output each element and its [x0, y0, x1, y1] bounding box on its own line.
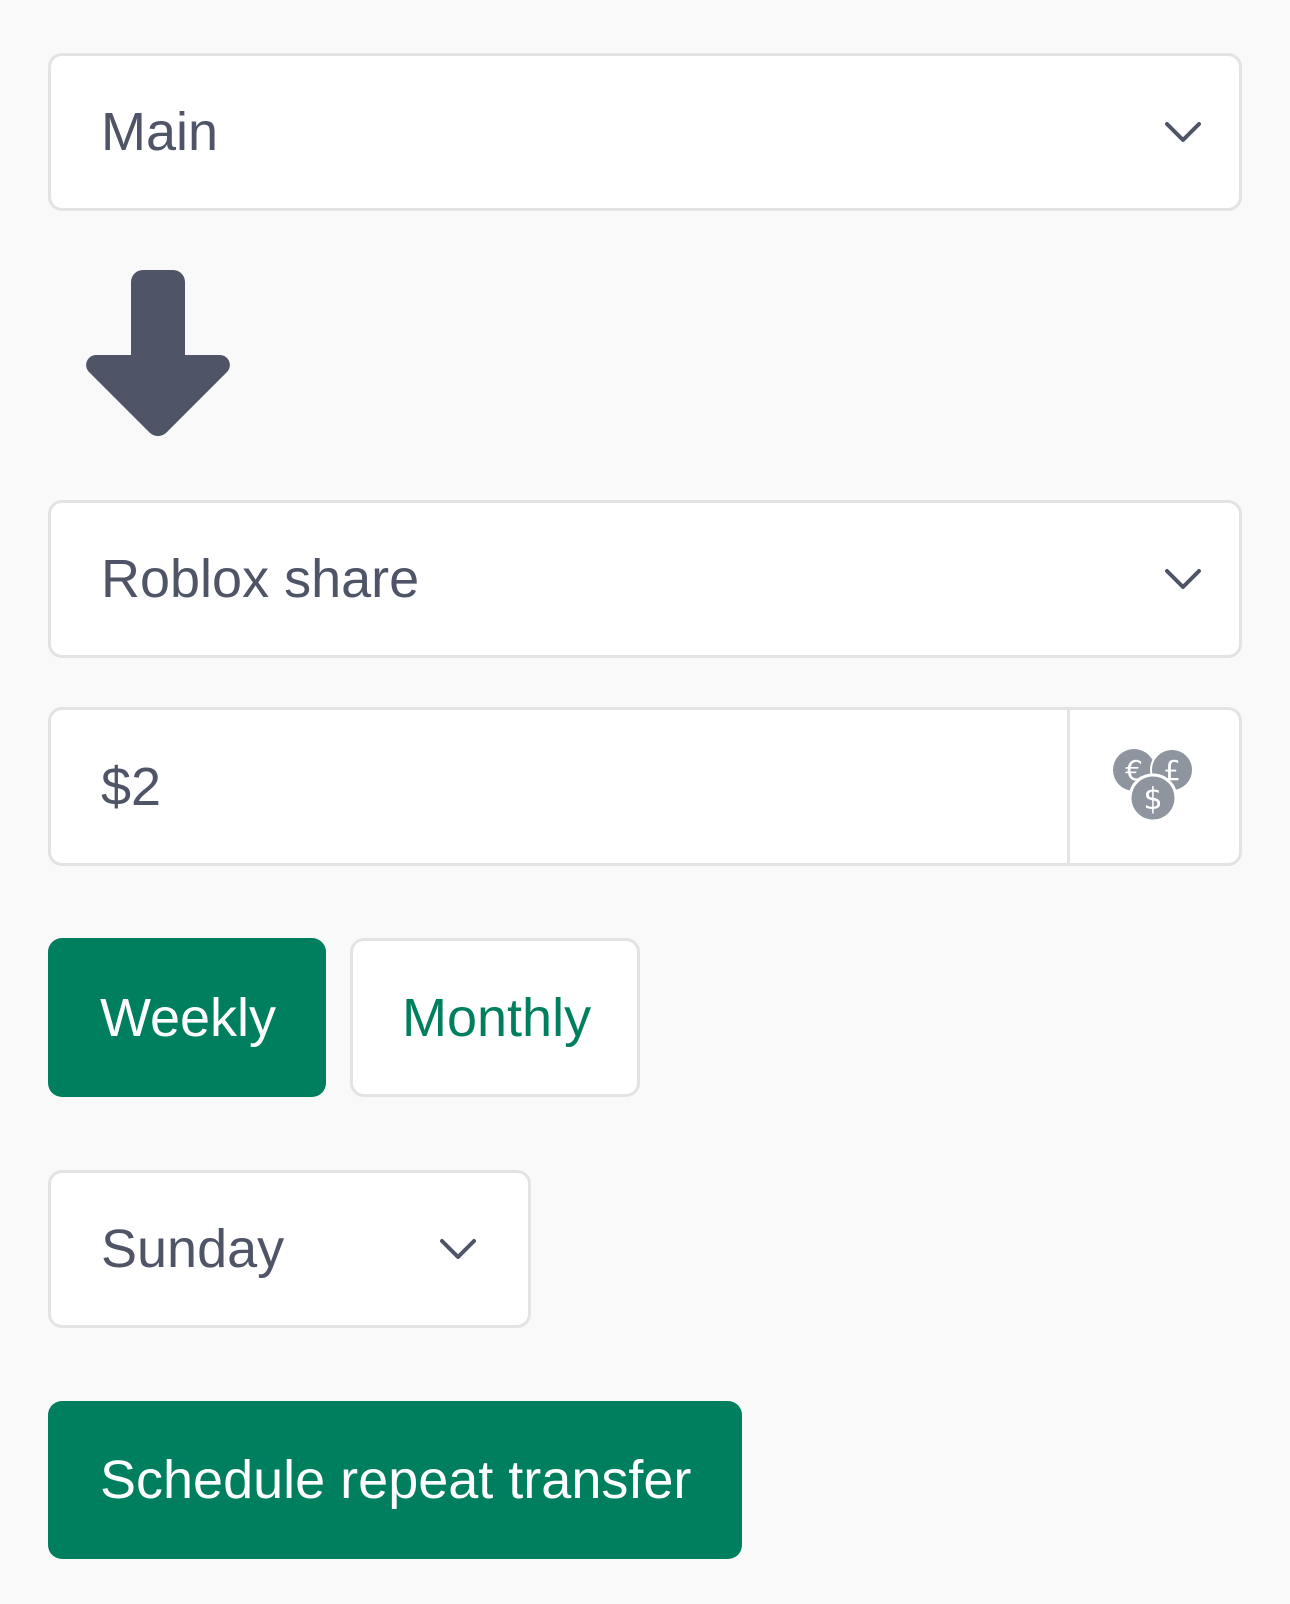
from-account-select[interactable]: Main	[48, 53, 1242, 211]
frequency-weekly-button[interactable]: Weekly	[48, 938, 326, 1097]
arrow-down-icon	[86, 270, 230, 437]
chevron-down-icon	[440, 1239, 476, 1259]
currency-exchange-icon: € £ $	[1113, 748, 1194, 823]
schedule-repeat-transfer-label: Schedule repeat transfer	[100, 1450, 692, 1510]
currency-addon[interactable]: € £ $	[1067, 710, 1239, 863]
from-account-value: Main	[101, 102, 219, 162]
chevron-down-icon	[1165, 569, 1201, 589]
schedule-repeat-transfer-button[interactable]: Schedule repeat transfer	[48, 1401, 742, 1559]
day-value: Sunday	[101, 1219, 285, 1279]
day-select[interactable]: Sunday	[48, 1170, 531, 1328]
frequency-monthly-button[interactable]: Monthly	[350, 938, 640, 1097]
to-account-value: Roblox share	[101, 549, 420, 609]
amount-input-group: $2 € £ $	[48, 707, 1242, 866]
to-account-select[interactable]: Roblox share	[48, 500, 1242, 658]
svg-text:$: $	[1143, 782, 1162, 817]
frequency-monthly-label: Monthly	[402, 987, 592, 1048]
chevron-down-icon	[1165, 122, 1201, 142]
amount-input[interactable]: $2	[101, 756, 161, 818]
frequency-weekly-label: Weekly	[100, 987, 277, 1048]
